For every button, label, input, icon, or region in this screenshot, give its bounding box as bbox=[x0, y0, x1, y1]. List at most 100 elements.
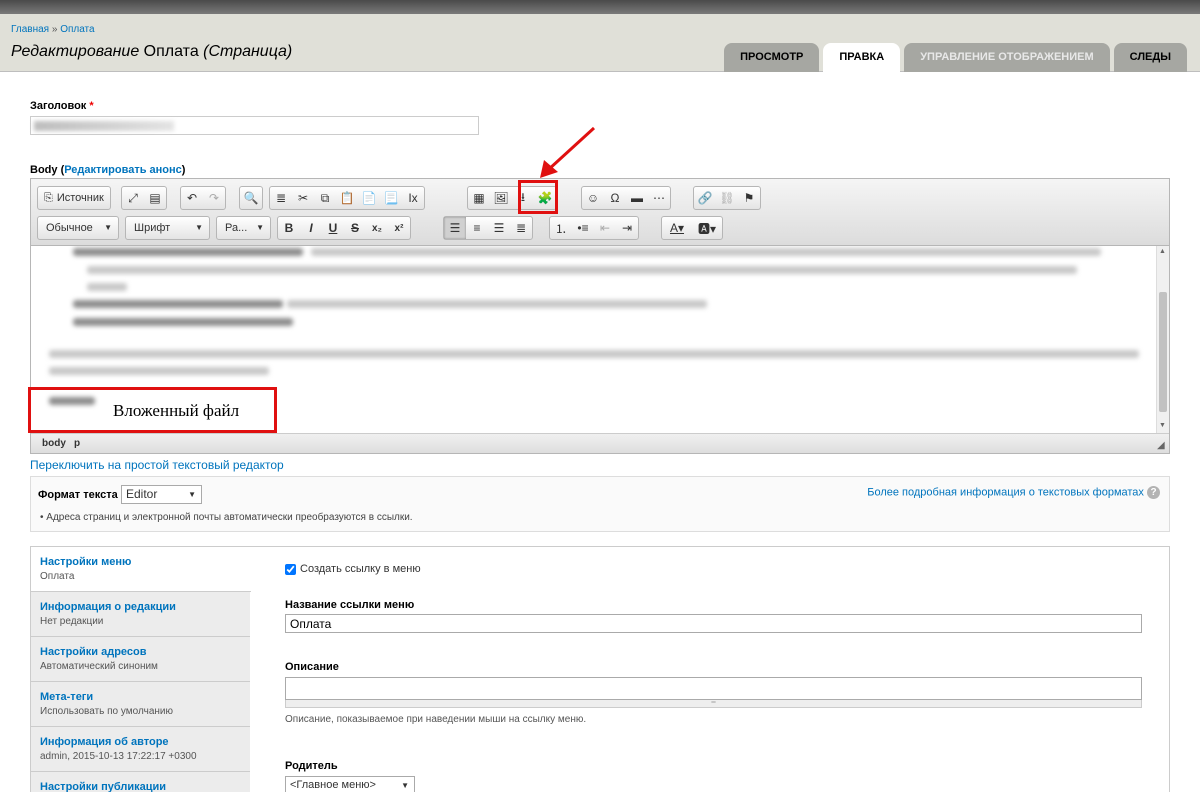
link-icon[interactable]: 🔗 bbox=[694, 187, 716, 209]
edit-summary-link[interactable]: Редактировать анонс bbox=[64, 164, 182, 176]
horizontal-rule-icon[interactable]: ▬ bbox=[626, 187, 648, 209]
indent-icon[interactable]: ⇥ bbox=[616, 217, 638, 239]
menu-link-title-label: Название ссылки меню bbox=[285, 599, 415, 611]
vtab-author-info[interactable]: Информация об авторе admin, 2015-10-13 1… bbox=[31, 727, 250, 772]
copy-icon[interactable]: ⧉ bbox=[314, 187, 336, 209]
text-color-icon[interactable]: A▾ bbox=[662, 217, 692, 239]
path-body[interactable]: body bbox=[42, 438, 66, 449]
image-icon[interactable]: 🖼 bbox=[490, 187, 512, 209]
bold-icon[interactable]: B bbox=[278, 217, 300, 239]
body-label: Body (Редактировать анонс) bbox=[30, 164, 185, 176]
tab-edit[interactable]: ПРАВКА bbox=[823, 43, 901, 73]
subscript-icon[interactable]: x₂ bbox=[366, 217, 388, 239]
superscript-icon[interactable]: x² bbox=[388, 217, 410, 239]
remove-format-icon[interactable]: Ix bbox=[402, 187, 424, 209]
description-textarea[interactable] bbox=[285, 677, 1142, 700]
vtab-meta-tags[interactable]: Мета-теги Использовать по умолчанию bbox=[31, 682, 250, 727]
textarea-grippie[interactable]: ═ bbox=[285, 700, 1142, 708]
path-p[interactable]: p bbox=[74, 438, 80, 449]
align-right-icon[interactable]: ☰ bbox=[488, 217, 510, 239]
title-input[interactable] bbox=[30, 116, 479, 135]
redo-icon[interactable]: ↷ bbox=[203, 187, 225, 209]
highlight-box bbox=[518, 180, 558, 214]
size-dropdown[interactable]: Ра... ▼ bbox=[216, 216, 271, 240]
menu-link-title-input[interactable] bbox=[285, 614, 1142, 633]
vtab-title: Мета-теги bbox=[40, 691, 94, 703]
toolbar-group-source: ⎘ Источник bbox=[37, 186, 111, 210]
page-title-name: Оплата bbox=[143, 43, 199, 60]
vtab-title: Информация о редакции bbox=[40, 601, 176, 613]
vtab-url-settings[interactable]: Настройки адресов Автоматический синоним bbox=[31, 637, 250, 682]
create-menu-link-checkbox[interactable] bbox=[285, 563, 296, 575]
toolbar-group-history: ↶ ↷ bbox=[180, 186, 226, 210]
page-break-line-icon[interactable]: ⋯ bbox=[648, 187, 670, 209]
smiley-icon[interactable]: ☺ bbox=[582, 187, 604, 209]
font-dropdown[interactable]: Шрифт ▼ bbox=[125, 216, 210, 240]
parent-select[interactable]: <Главное меню> ▼ bbox=[285, 776, 415, 792]
paste-word-icon[interactable]: 📃 bbox=[380, 187, 402, 209]
special-char-icon[interactable]: Ω bbox=[604, 187, 626, 209]
background-color-icon[interactable]: 🅰▾ bbox=[692, 217, 722, 239]
align-center-icon[interactable]: ≡ bbox=[466, 217, 488, 239]
body-label-text: Body bbox=[30, 164, 58, 176]
italic-icon[interactable]: I bbox=[300, 217, 322, 239]
anchor-flag-icon[interactable]: ⚑ bbox=[738, 187, 760, 209]
maximize-icon[interactable]: ⤢ bbox=[122, 187, 144, 209]
vtab-summary: admin, 2015-10-13 17:22:17 +0300 bbox=[40, 751, 197, 762]
paste-text-icon[interactable]: 📄 bbox=[358, 187, 380, 209]
breadcrumb-current[interactable]: Оплата bbox=[60, 24, 94, 35]
numbered-list-icon[interactable]: ⒈ bbox=[550, 217, 572, 239]
strike-icon[interactable]: S bbox=[344, 217, 366, 239]
scroll-up-icon[interactable]: ▲ bbox=[1159, 248, 1166, 255]
title-field-label: Заголовок * bbox=[30, 100, 94, 112]
text-format-more-info-link[interactable]: Более подробная информация о текстовых ф… bbox=[867, 486, 1144, 498]
create-menu-link-option[interactable]: Создать ссылку в меню bbox=[285, 563, 421, 575]
toolbar-group-links: 🔗 ⛓ ⚑ bbox=[693, 186, 761, 210]
text-format-tip-text: Адреса страниц и электронной почты автом… bbox=[46, 512, 413, 523]
scroll-down-icon[interactable]: ▼ bbox=[1159, 422, 1166, 429]
blurred-text bbox=[87, 283, 127, 291]
page-header: Главная » Оплата Редактирование Оплата (… bbox=[0, 14, 1200, 73]
undo-icon[interactable]: ↶ bbox=[181, 187, 203, 209]
editor-scrollbar[interactable]: ▲ ▼ bbox=[1156, 246, 1169, 433]
find-icon[interactable]: 🔍 bbox=[240, 187, 262, 209]
size-dropdown-value: Ра... bbox=[225, 222, 248, 234]
tab-view[interactable]: ПРОСМОТР bbox=[724, 43, 820, 72]
toolbar-group-find: 🔍 bbox=[239, 186, 263, 210]
vtab-title: Информация об авторе bbox=[40, 736, 169, 748]
blurred-text bbox=[73, 248, 303, 256]
underline-icon[interactable]: U bbox=[322, 217, 344, 239]
format-dropdown[interactable]: Обычное ▼ bbox=[37, 216, 119, 240]
paste-icon[interactable]: 📋 bbox=[336, 187, 358, 209]
tab-manage-display[interactable]: УПРАВЛЕНИЕ ОТОБРАЖЕНИЕМ bbox=[904, 43, 1110, 72]
vtab-menu-settings[interactable]: Настройки меню Оплата bbox=[31, 547, 251, 592]
vertical-tab-list: Настройки меню Оплата Информация о редак… bbox=[31, 547, 251, 792]
chevron-down-icon: ▼ bbox=[401, 781, 409, 790]
chevron-down-icon: ▼ bbox=[195, 223, 203, 232]
align-left-icon[interactable]: ☰ bbox=[444, 217, 466, 239]
vtab-revision-info[interactable]: Информация о редакции Нет редакции bbox=[31, 592, 250, 637]
toolbar-group-basic-styles: B I U S x₂ x² bbox=[277, 216, 411, 240]
page-break-icon[interactable]: ≣ bbox=[270, 187, 292, 209]
text-format-value: Editor bbox=[126, 487, 158, 501]
scroll-thumb[interactable] bbox=[1159, 292, 1167, 412]
table-icon[interactable]: ▦ bbox=[468, 187, 490, 209]
outdent-icon[interactable]: ⇤ bbox=[594, 217, 616, 239]
switch-editor-link[interactable]: Переключить на простой текстовый редакто… bbox=[30, 458, 284, 472]
align-justify-icon[interactable]: ≣ bbox=[510, 217, 532, 239]
tab-tracks[interactable]: СЛЕДЫ bbox=[1113, 43, 1187, 72]
description-label: Описание bbox=[285, 661, 339, 673]
text-format-tip: • Адреса страниц и электронной почты авт… bbox=[40, 512, 413, 523]
help-icon[interactable]: ? bbox=[1147, 486, 1160, 499]
text-format-select[interactable]: Editor ▼ bbox=[121, 485, 202, 504]
show-blocks-icon[interactable]: ▤ bbox=[144, 187, 166, 209]
bulleted-list-icon[interactable]: •≡ bbox=[572, 217, 594, 239]
blurred-text bbox=[87, 266, 1077, 274]
cut-icon[interactable]: ✂ bbox=[292, 187, 314, 209]
resize-handle-icon[interactable]: ◢ bbox=[1157, 440, 1165, 451]
vtab-publishing[interactable]: Настройки публикации bbox=[31, 772, 250, 792]
unlink-icon[interactable]: ⛓ bbox=[716, 187, 738, 209]
breadcrumb-home[interactable]: Главная bbox=[11, 24, 49, 35]
source-button[interactable]: ⎘ Источник bbox=[38, 187, 110, 209]
vtab-summary: Использовать по умолчанию bbox=[40, 706, 173, 717]
